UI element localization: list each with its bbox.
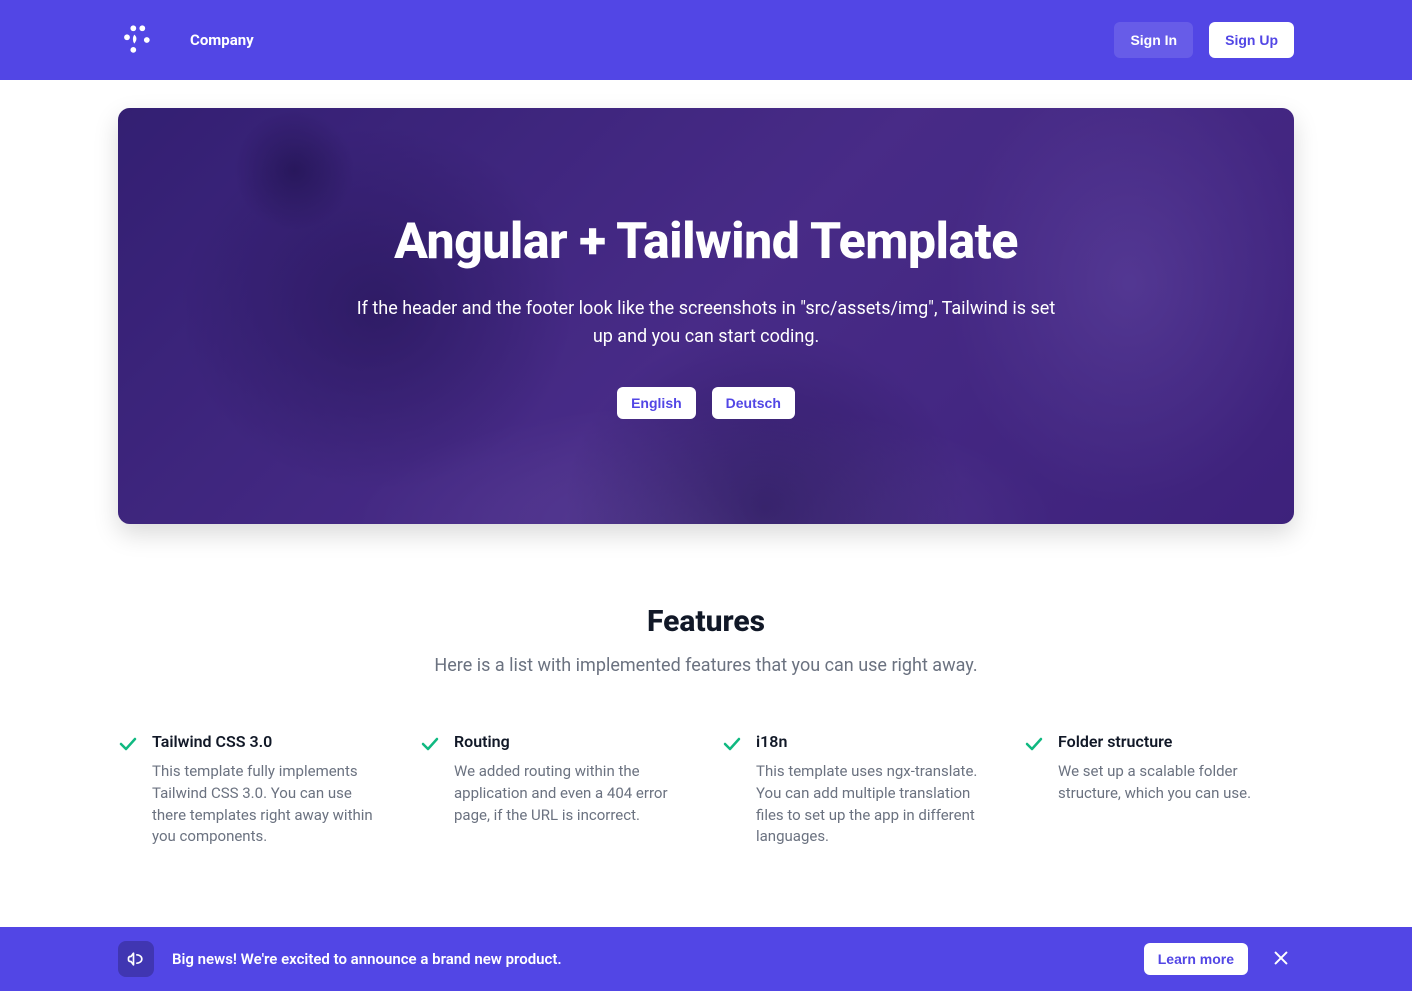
features-title: Features [118, 604, 1294, 639]
hero-content: Angular + Tailwind Template If the heade… [346, 213, 1066, 419]
features-subtitle: Here is a list with implemented features… [118, 655, 1294, 676]
banner-close-button[interactable] [1268, 945, 1294, 974]
feature-desc: This template uses ngx-translate. You ca… [756, 761, 992, 848]
hero: Angular + Tailwind Template If the heade… [118, 108, 1294, 524]
announcement-banner: Big news! We're excited to announce a br… [0, 927, 1412, 991]
feature-title: Folder structure [1058, 732, 1294, 751]
feature-item: i18n This template uses ngx-translate. Y… [722, 732, 992, 848]
feature-body: Tailwind CSS 3.0 This template fully imp… [152, 732, 388, 848]
check-icon [420, 734, 440, 754]
feature-desc: We set up a scalable folder structure, w… [1058, 761, 1294, 805]
company-name: Company [190, 31, 254, 49]
hero-title: Angular + Tailwind Template [346, 213, 1066, 271]
feature-body: Folder structure We set up a scalable fo… [1058, 732, 1294, 848]
feature-desc: This template fully implements Tailwind … [152, 761, 388, 848]
feature-body: i18n This template uses ngx-translate. Y… [756, 732, 992, 848]
banner-right: Learn more [1144, 943, 1294, 975]
feature-item: Tailwind CSS 3.0 This template fully imp… [118, 732, 388, 848]
features-section: Features Here is a list with implemented… [0, 524, 1412, 888]
lang-english-button[interactable]: English [617, 387, 696, 419]
features-header: Features Here is a list with implemented… [118, 604, 1294, 676]
logo-icon [118, 22, 154, 58]
check-icon [118, 734, 138, 754]
feature-body: Routing We added routing within the appl… [454, 732, 690, 848]
banner-left: Big news! We're excited to announce a br… [118, 941, 562, 977]
signup-button[interactable]: Sign Up [1209, 22, 1294, 58]
feature-item: Routing We added routing within the appl… [420, 732, 690, 848]
megaphone-icon [118, 941, 154, 977]
feature-desc: We added routing within the application … [454, 761, 690, 826]
check-icon [1024, 734, 1044, 754]
features-grid: Tailwind CSS 3.0 This template fully imp… [118, 732, 1294, 848]
app-header: Company Sign In Sign Up [0, 0, 1412, 80]
feature-title: Tailwind CSS 3.0 [152, 732, 388, 751]
learn-more-button[interactable]: Learn more [1144, 943, 1248, 975]
header-left: Company [118, 22, 254, 58]
lang-deutsch-button[interactable]: Deutsch [712, 387, 795, 419]
feature-title: Routing [454, 732, 690, 751]
feature-title: i18n [756, 732, 992, 751]
banner-text: Big news! We're excited to announce a br… [172, 950, 562, 968]
hero-container: Angular + Tailwind Template If the heade… [0, 80, 1412, 524]
signin-button[interactable]: Sign In [1114, 22, 1193, 58]
header-right: Sign In Sign Up [1114, 22, 1294, 58]
hero-subtitle: If the header and the footer look like t… [346, 295, 1066, 351]
close-icon [1272, 949, 1290, 970]
hero-buttons: English Deutsch [346, 387, 1066, 419]
feature-item: Folder structure We set up a scalable fo… [1024, 732, 1294, 848]
check-icon [722, 734, 742, 754]
